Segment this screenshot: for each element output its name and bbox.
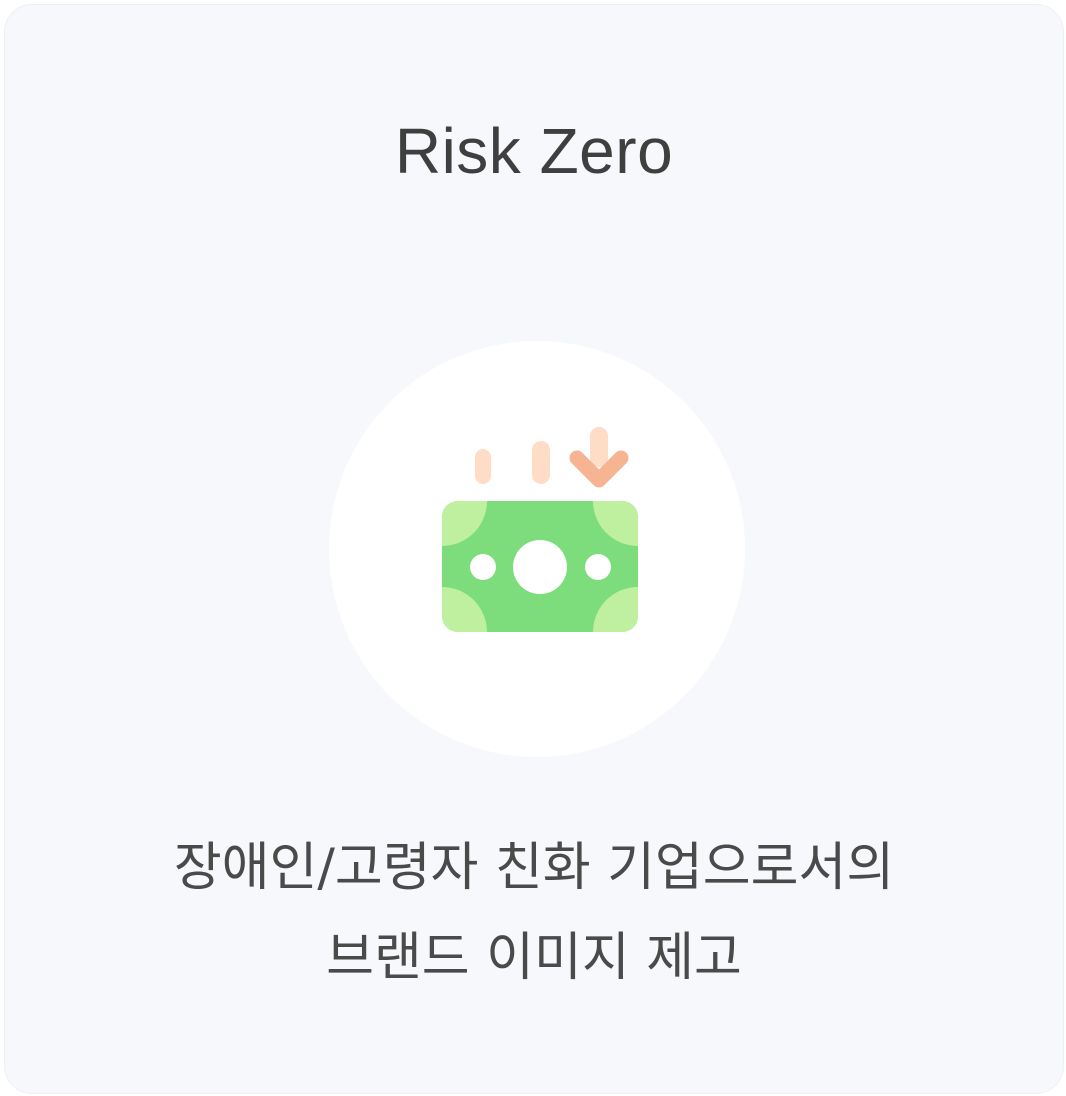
bill-hole-center [513,540,567,594]
icon-circle [329,341,745,757]
description-line-1: 장애인/고령자 친화 기업으로서의 [173,838,895,898]
bill-corner-bl [442,587,487,632]
risk-zero-card: Risk Zero 장애인/고령자 친화 기업으로서의 브랜드 이미지 제고 [4,4,1064,1094]
card-description: 장애인/고령자 친화 기업으로서의 브랜드 이미지 제고 [5,823,1063,1003]
money-bill-down-arrow-icon [442,427,638,632]
bill-corner-br [593,587,638,632]
bill-hole-left [470,554,496,580]
card-title: Risk Zero [394,115,674,187]
stream-middle [532,441,550,484]
bill-hole-right [585,554,611,580]
description-line-2: 브랜드 이미지 제고 [326,928,742,988]
stream-right [590,427,608,467]
stream-left [475,449,491,484]
bill-corner-tl [442,501,487,546]
